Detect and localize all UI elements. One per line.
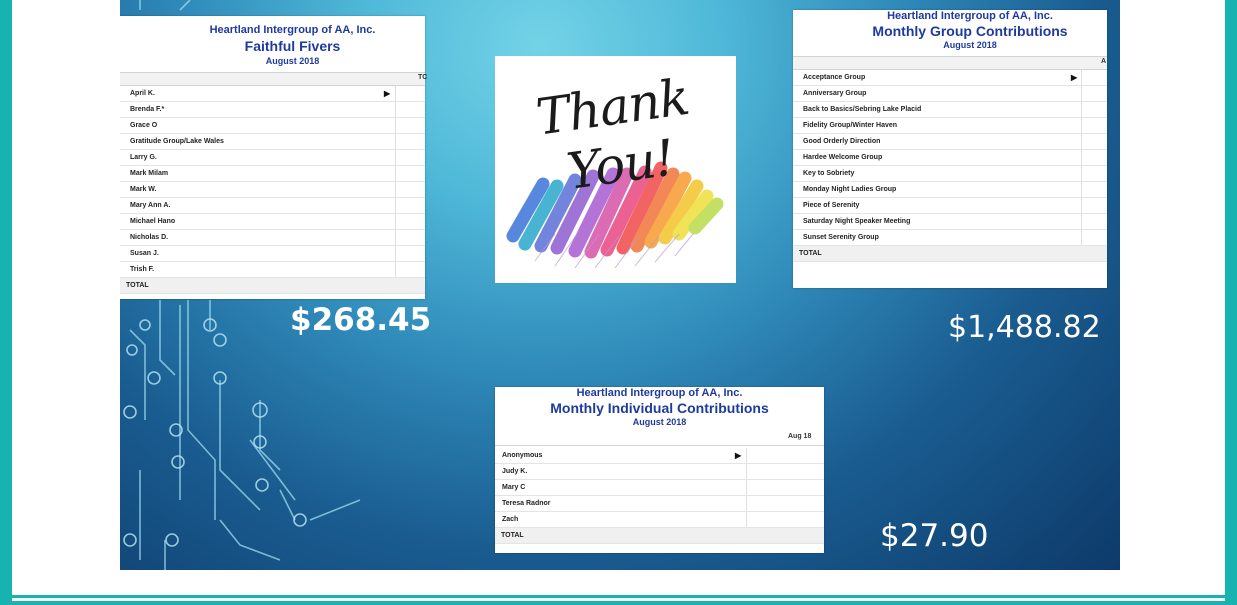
individual-contributions-title: Monthly Individual Contributions	[550, 400, 769, 416]
thank-you-card: Thank You!	[495, 56, 736, 283]
table-row[interactable]: Teresa Radnor	[495, 496, 824, 512]
faithful-fivers-rows: April K. ▶ Brenda F.* Grace O Gratitude G…	[120, 86, 425, 294]
row-pointer-icon: ▶	[384, 89, 391, 98]
row-name: Grace O	[130, 122, 158, 129]
table-row[interactable]: Piece of Serenity	[793, 198, 1107, 214]
group-contributions-org: Heartland Intergroup of AA, Inc.	[887, 10, 1053, 22]
total-label: TOTAL	[799, 250, 822, 257]
row-name: Mary Ann A.	[130, 202, 171, 209]
total-row: TOTAL	[120, 278, 425, 294]
row-name: April K.	[130, 90, 155, 97]
row-name: Judy K.	[502, 468, 528, 475]
table-row[interactable]: Sunset Serenity Group	[793, 230, 1107, 246]
group-contributions-rows: Acceptance Group ▶ Anniversary Group Back…	[793, 70, 1107, 262]
row-name: Mary C	[502, 484, 526, 491]
row-name: Zach	[502, 516, 519, 523]
row-name: Saturday Night Speaker Meeting	[803, 218, 911, 225]
slide: Heartland Intergroup of AA, Inc. Faithfu…	[120, 0, 1120, 570]
row-name: Nicholas D.	[130, 234, 169, 241]
row-pointer-icon: ▶	[1071, 73, 1078, 82]
table-row[interactable]: Judy K.	[495, 464, 824, 480]
individual-contributions-amount: $27.90	[880, 518, 989, 554]
row-name: Anniversary Group	[803, 90, 867, 97]
total-row: TOTAL	[495, 528, 824, 544]
table-row[interactable]: Acceptance Group ▶	[793, 70, 1107, 86]
individual-contributions-rows: Anonymous ▶ Judy K. Mary C Teresa Radnor …	[495, 448, 824, 544]
row-name: Anonymous	[502, 452, 543, 459]
row-name: Fidelity Group/Winter Haven	[803, 122, 898, 129]
table-row[interactable]: Anonymous ▶	[495, 448, 824, 464]
row-name: Trish F.	[130, 266, 155, 273]
table-row[interactable]: Saturday Night Speaker Meeting	[793, 214, 1107, 230]
table-row[interactable]: Mark Milam	[120, 166, 425, 182]
faithful-fivers-title: Faithful Fivers	[244, 38, 341, 54]
table-row[interactable]: Trish F.	[120, 262, 425, 278]
group-contributions-column-header-bar: A	[793, 56, 1107, 70]
table-row[interactable]: Good Orderly Direction	[793, 134, 1107, 150]
total-row: TOTAL	[793, 246, 1107, 262]
table-row[interactable]: Zach	[495, 512, 824, 528]
frame-divider-line	[12, 598, 1225, 601]
row-name: Susan J.	[130, 250, 159, 257]
table-row[interactable]: April K. ▶	[120, 86, 425, 102]
faithful-fivers-column-header: TC	[418, 74, 428, 81]
row-name: Back to Basics/Sebring Lake Placid	[803, 106, 922, 113]
row-name: Gratitude Group/Lake Wales	[130, 138, 224, 145]
group-contributions-title: Monthly Group Contributions	[872, 23, 1068, 39]
faithful-fivers-org: Heartland Intergroup of AA, Inc.	[209, 24, 376, 36]
table-row[interactable]: Nicholas D.	[120, 230, 425, 246]
individual-contributions-column-header-bar: Aug 18	[495, 431, 824, 446]
row-name: Hardee Welcome Group	[803, 154, 883, 161]
individual-contributions-period: August 2018	[632, 417, 687, 427]
frame-left-border	[0, 0, 12, 605]
table-row[interactable]: Fidelity Group/Winter Haven	[793, 118, 1107, 134]
row-name: Acceptance Group	[803, 74, 866, 81]
faithful-fivers-column-header-bar: TC	[120, 72, 428, 86]
table-row[interactable]: Grace O	[120, 118, 425, 134]
row-name: Brenda F.*	[130, 106, 165, 113]
table-row[interactable]: Brenda F.*	[120, 102, 425, 118]
row-pointer-icon: ▶	[735, 451, 742, 460]
group-contributions-panel: Heartland Intergroup of AA, Inc. Monthly…	[793, 10, 1107, 288]
group-contributions-column-header: A	[1101, 58, 1107, 65]
table-row[interactable]: Anniversary Group	[793, 86, 1107, 102]
table-row[interactable]: Back to Basics/Sebring Lake Placid	[793, 102, 1107, 118]
row-name: Monday Night Ladies Group	[803, 186, 897, 193]
faithful-fivers-amount: $268.45	[290, 302, 432, 338]
row-name: Michael Hano	[130, 218, 176, 225]
row-name: Larry G.	[130, 154, 157, 161]
total-label: TOTAL	[501, 532, 524, 539]
frame-right-border	[1225, 0, 1237, 605]
individual-contributions-panel: Heartland Intergroup of AA, Inc. Monthly…	[495, 387, 824, 553]
row-name: Sunset Serenity Group	[803, 234, 879, 241]
individual-contributions-org: Heartland Intergroup of AA, Inc.	[576, 387, 743, 399]
table-row[interactable]: Hardee Welcome Group	[793, 150, 1107, 166]
table-row[interactable]: Larry G.	[120, 150, 425, 166]
group-contributions-amount: $1,488.82	[948, 310, 1101, 345]
faithful-fivers-period: August 2018	[265, 56, 320, 66]
table-row[interactable]: Susan J.	[120, 246, 425, 262]
table-row[interactable]: Mary C	[495, 480, 824, 496]
row-name: Mark W.	[130, 186, 157, 193]
row-name: Mark Milam	[130, 170, 169, 177]
row-name: Teresa Radnor	[502, 500, 551, 507]
table-row[interactable]: Key to Sobriety	[793, 166, 1107, 182]
individual-contributions-column-header: Aug 18	[788, 433, 812, 440]
row-name: Key to Sobriety	[803, 170, 855, 177]
row-name: Good Orderly Direction	[803, 138, 881, 145]
faithful-fivers-panel: Heartland Intergroup of AA, Inc. Faithfu…	[120, 16, 428, 299]
group-contributions-period: August 2018	[943, 40, 997, 50]
row-name: Piece of Serenity	[803, 202, 860, 209]
total-label: TOTAL	[126, 282, 149, 289]
table-row[interactable]: Michael Hano	[120, 214, 425, 230]
table-row[interactable]: Mary Ann A.	[120, 198, 425, 214]
table-row[interactable]: Monday Night Ladies Group	[793, 182, 1107, 198]
table-row[interactable]: Gratitude Group/Lake Wales	[120, 134, 425, 150]
table-row[interactable]: Mark W.	[120, 182, 425, 198]
